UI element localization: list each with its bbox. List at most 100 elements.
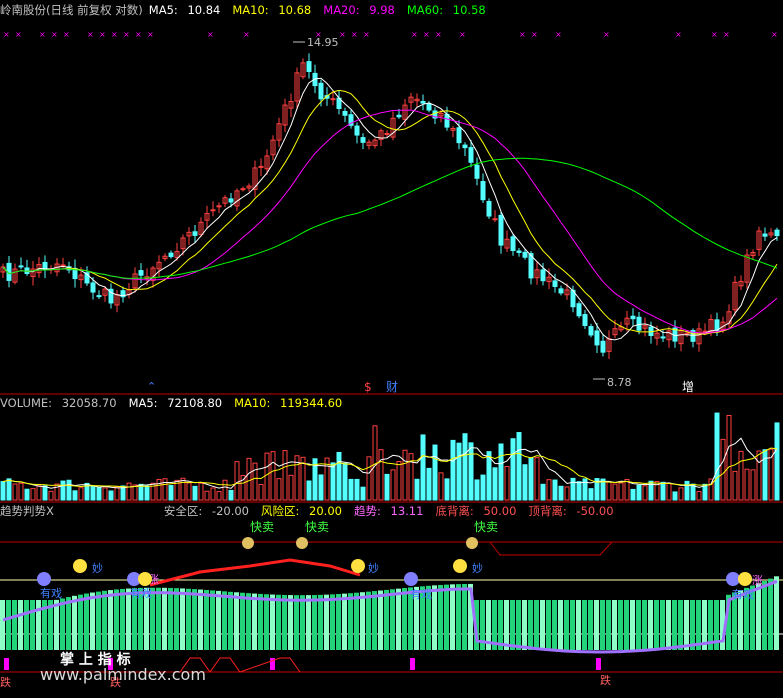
risk-label: 风险区: bbox=[261, 504, 300, 518]
indicator-bar bbox=[342, 593, 347, 650]
candle bbox=[246, 183, 252, 192]
volume-bar bbox=[420, 434, 426, 501]
volume-bar bbox=[528, 457, 534, 501]
x-mark: × bbox=[87, 30, 94, 39]
volume-bar bbox=[432, 444, 438, 501]
indicator-bar bbox=[24, 600, 29, 650]
indicator-bar bbox=[450, 584, 455, 650]
volume-bar bbox=[66, 479, 72, 501]
indicator-bar bbox=[258, 593, 263, 650]
candle bbox=[480, 173, 486, 204]
indicator-bar bbox=[120, 588, 125, 650]
volume-bar bbox=[264, 452, 270, 501]
x-mark: × bbox=[351, 30, 358, 39]
indicator-bar bbox=[600, 600, 605, 650]
candle-body bbox=[480, 181, 486, 201]
candle-body bbox=[306, 61, 312, 73]
smile-icon bbox=[351, 559, 365, 573]
volume-bar bbox=[96, 487, 102, 501]
safe-label: 安全区: bbox=[163, 504, 203, 518]
indicator-bar bbox=[558, 600, 563, 650]
candle bbox=[462, 142, 468, 157]
ma60-value: 10.58 bbox=[452, 3, 486, 17]
volume-bar bbox=[48, 490, 54, 501]
volume-bar bbox=[168, 485, 174, 501]
volume-bar bbox=[540, 483, 546, 501]
watermark: www.palmindex.com bbox=[40, 665, 206, 684]
candle-body bbox=[522, 251, 528, 258]
candle bbox=[216, 202, 222, 213]
candle bbox=[186, 227, 192, 245]
volume-bar bbox=[216, 491, 222, 501]
candle bbox=[372, 138, 378, 149]
volume-bar bbox=[228, 489, 234, 501]
indicator-bar bbox=[384, 589, 389, 650]
indicator-bar bbox=[234, 592, 239, 650]
volume-bar bbox=[342, 462, 348, 501]
volume-bar bbox=[318, 474, 324, 501]
candle-body bbox=[342, 110, 348, 116]
indicator-bar bbox=[216, 590, 221, 650]
volume-bar bbox=[510, 438, 516, 501]
candle bbox=[696, 322, 702, 352]
high-label: 14.95 bbox=[307, 36, 339, 49]
volume-bar bbox=[714, 412, 720, 501]
x-mark: × bbox=[675, 30, 682, 39]
x-mark: × bbox=[147, 30, 154, 39]
signal-label: 有戏 bbox=[732, 587, 754, 601]
candle bbox=[642, 317, 648, 337]
rise-label: 涨 bbox=[752, 574, 763, 587]
ma20-label: MA20: bbox=[323, 3, 360, 17]
volume-bar bbox=[450, 439, 456, 501]
wonder-label: 妙 bbox=[368, 561, 379, 575]
candle bbox=[678, 325, 684, 352]
indicator-bar bbox=[222, 591, 227, 650]
indicator-bar bbox=[300, 595, 305, 650]
candle bbox=[450, 126, 456, 138]
indicator-bar bbox=[630, 600, 635, 650]
candle-body bbox=[384, 133, 390, 136]
candle bbox=[120, 286, 126, 303]
candle bbox=[732, 276, 738, 316]
vol-ma10-value: 119344.60 bbox=[280, 396, 343, 410]
volume-bar bbox=[78, 487, 84, 501]
candle bbox=[486, 198, 492, 219]
candle bbox=[18, 257, 24, 270]
volume-bar bbox=[534, 457, 540, 501]
volume-bar bbox=[234, 461, 240, 501]
volume-bar bbox=[708, 478, 714, 501]
x-mark: × bbox=[771, 30, 778, 39]
volume-bar bbox=[570, 477, 576, 501]
volume-bar bbox=[774, 422, 780, 501]
volume-bar bbox=[384, 473, 390, 501]
candle bbox=[96, 290, 102, 299]
candle bbox=[210, 201, 216, 217]
ma10-value: 10.68 bbox=[278, 3, 312, 17]
volume-bar bbox=[750, 469, 756, 501]
indicator-bar bbox=[618, 600, 623, 650]
sell-label: 快卖 bbox=[305, 520, 329, 534]
ma5-value: 10.84 bbox=[187, 3, 221, 17]
candle-body bbox=[18, 265, 24, 268]
volume-bar bbox=[90, 485, 96, 501]
x-mark: × bbox=[51, 30, 58, 39]
money-bag-icon bbox=[466, 537, 478, 549]
indicator-bar bbox=[78, 594, 83, 650]
candle-body bbox=[636, 316, 642, 331]
candle bbox=[162, 253, 168, 262]
candle bbox=[474, 157, 480, 186]
chart-canvas[interactable]: × × × × × × × × × × × × × × × × × × × × × × × × × × × × × 快卖 快卖 快卖有戏 有戏… bbox=[0, 0, 783, 694]
indicator-bar bbox=[762, 580, 767, 650]
stock-chart[interactable]: × × × × × × × × × × × × × × × × × × × × × × × × × × × × × 快卖 快卖 快卖 有戏 有戏… bbox=[0, 0, 783, 694]
smile-icon bbox=[738, 572, 752, 586]
volume-bar bbox=[282, 450, 288, 501]
candle bbox=[282, 98, 288, 133]
indicator-bar bbox=[678, 600, 683, 650]
stock-title: 岭南股份(日线 前复权 对数) bbox=[0, 3, 143, 17]
candle bbox=[492, 210, 498, 223]
volume-bar bbox=[336, 451, 342, 501]
candle bbox=[126, 282, 132, 299]
candle-body bbox=[240, 188, 246, 191]
indicator-bar bbox=[252, 593, 257, 650]
volume-bar bbox=[762, 449, 768, 501]
